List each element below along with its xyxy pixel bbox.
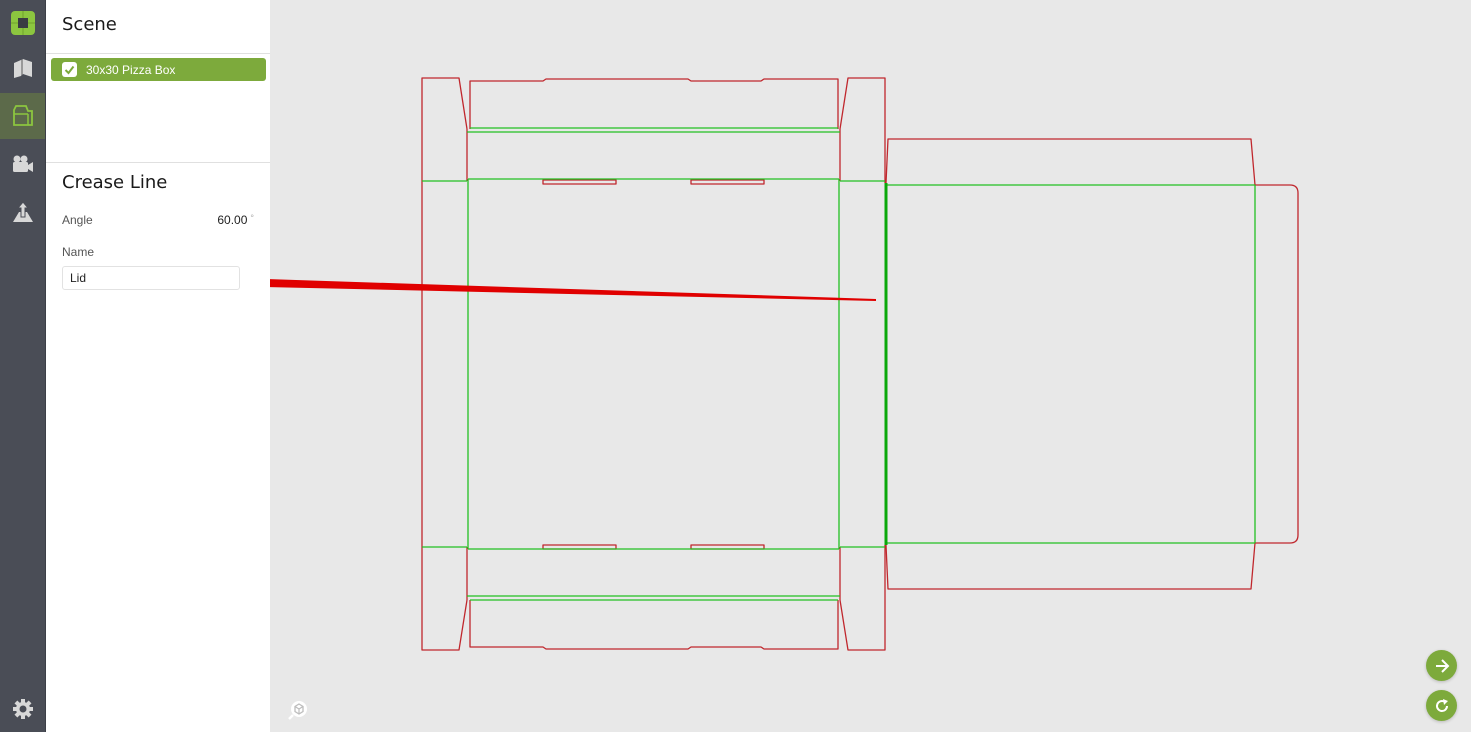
cut-bottom-tab xyxy=(469,600,839,650)
angle-number: 60.00 xyxy=(217,213,248,227)
cut-lid-top xyxy=(885,138,1256,186)
cut-right-flap-top xyxy=(839,77,886,183)
cut-left-flap xyxy=(421,77,468,181)
angle-unit: ° xyxy=(250,213,254,223)
divider xyxy=(46,53,271,54)
angle-value[interactable]: 60.00 ° xyxy=(217,213,254,227)
next-button[interactable] xyxy=(1426,650,1457,681)
zoom-fit-icon xyxy=(288,701,307,720)
name-input[interactable] xyxy=(62,266,240,290)
canvas-viewport[interactable] xyxy=(270,0,1471,732)
rail-item-dieline[interactable] xyxy=(0,93,45,139)
refresh-button[interactable] xyxy=(1426,690,1457,721)
upload-icon xyxy=(12,201,33,222)
properties-title: Crease Line xyxy=(62,172,168,193)
side-panel: Scene 30x30 Pizza Box Crease Line Angle … xyxy=(45,0,271,732)
cut-lid-front-flap xyxy=(1255,184,1299,544)
video-camera-icon xyxy=(12,155,33,172)
gear-icon xyxy=(12,699,33,719)
cut-slot xyxy=(690,179,765,185)
dieline-drawing xyxy=(270,77,1299,651)
arrow-right-icon xyxy=(1435,658,1449,673)
checkmark-icon xyxy=(64,65,75,75)
rail-item-camera[interactable] xyxy=(0,141,45,187)
settings-button[interactable] xyxy=(0,686,45,732)
cut-lid-bottom xyxy=(885,542,1256,590)
rail-item-structures[interactable] xyxy=(0,46,45,92)
crease-lines xyxy=(422,127,1256,601)
zoom-fit-button[interactable] xyxy=(287,699,309,721)
checkbox[interactable] xyxy=(62,62,77,77)
cut-left-flap-bottom xyxy=(421,547,468,651)
cut-right-flap-bottom xyxy=(839,545,886,651)
rail-item-logo[interactable] xyxy=(0,0,45,46)
name-label: Name xyxy=(62,245,95,259)
cut-top-tab xyxy=(469,78,839,129)
app-logo-icon xyxy=(10,11,35,35)
scene-item-label: 30x30 Pizza Box xyxy=(86,62,176,77)
scene-title: Scene xyxy=(62,14,117,35)
box-structure-icon xyxy=(13,59,32,78)
cut-slot xyxy=(542,179,617,185)
scene-item-pizza-box[interactable]: 30x30 Pizza Box xyxy=(51,58,266,81)
rail-item-export[interactable] xyxy=(0,189,45,235)
angle-label: Angle xyxy=(62,213,93,227)
dieline-icon xyxy=(12,105,33,126)
annotation-arrow xyxy=(270,279,876,301)
tool-rail xyxy=(0,0,45,732)
cut-lines xyxy=(421,77,1299,651)
divider xyxy=(46,162,271,163)
refresh-icon xyxy=(1435,698,1448,712)
